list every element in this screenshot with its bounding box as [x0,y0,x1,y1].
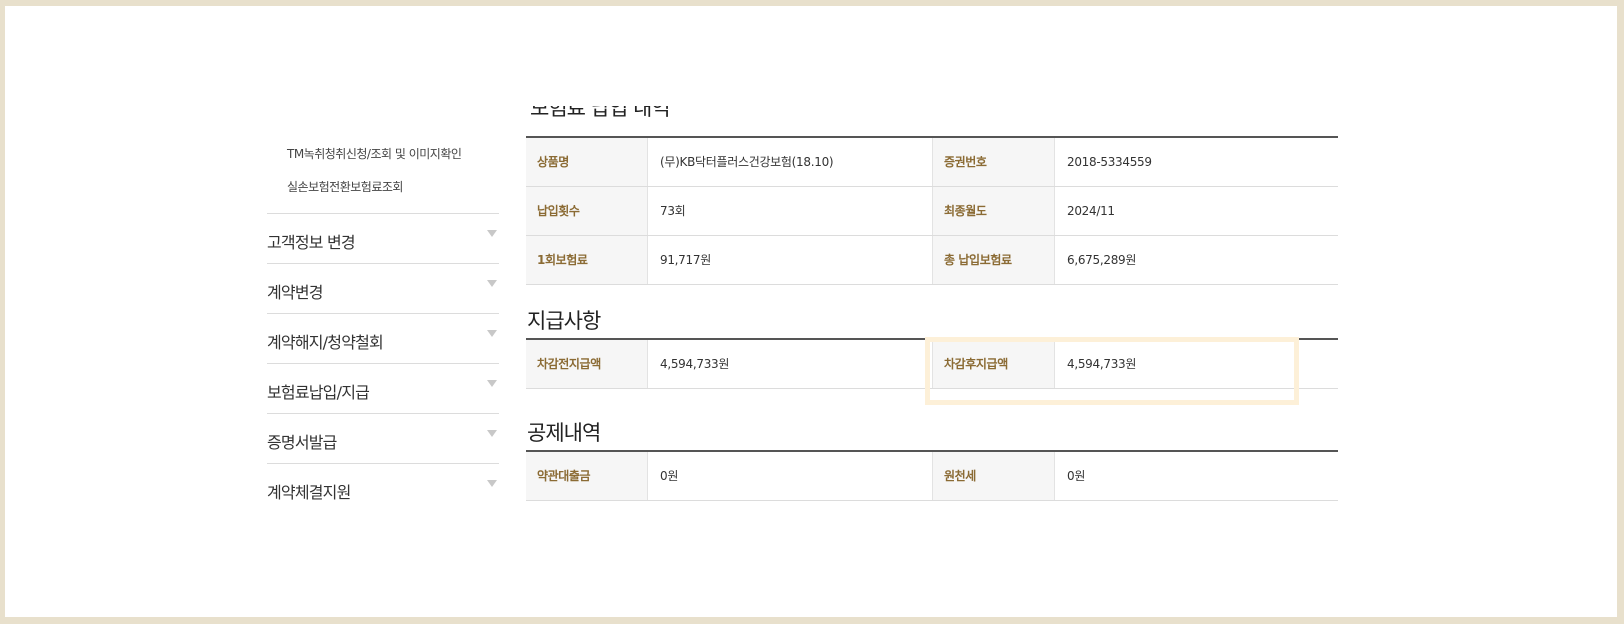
value-payment-count: 73회 [648,187,933,235]
sidebar-item-contract-support[interactable]: 계약체결지원 [267,463,499,513]
header-policy-number: 증권번호 [933,138,1055,186]
contract-info-table: 상품명 (무)KB닥터플러스건강보험(18.10) 증권번호 2018-5334… [526,136,1338,285]
sidebar-sublink-indemnity-conversion[interactable]: 실손보험전환보험료조회 [287,178,403,195]
sidebar-item-label: 계약체결지원 [267,483,351,502]
value-product-name: (무)KB닥터플러스건강보험(18.10) [648,138,933,186]
value-single-premium: 91,717원 [648,236,933,284]
value-policy-number: 2018-5334559 [1067,155,1152,169]
value-last-month: 2024/11 [1067,204,1115,218]
sidebar-item-label: 증명서발급 [267,433,337,452]
section-title-deduction: 공제내역 [527,421,601,445]
sidebar-item-cancellation[interactable]: 계약해지/청약철회 [267,313,499,363]
sidebar-item-contract-change[interactable]: 계약변경 [267,263,499,313]
chevron-down-icon [487,430,497,437]
chevron-down-icon [487,230,497,237]
header-amount-before-deduction: 차감전지급액 [526,340,648,388]
sidebar-item-premium-payment[interactable]: 보험료납입/지급 [267,363,499,413]
table-row: 납입횟수 73회 최종월도 2024/11 [526,187,1338,236]
header-withholding-tax: 원천세 [933,452,1055,500]
payment-table: 차감전지급액 4,594,733원 차감후지급액 4,594,733원 [526,338,1338,389]
section-title-contract: 보험료 납입 내역 [530,106,671,120]
sidebar-item-label: 계약해지/청약철회 [267,333,384,352]
header-single-premium: 1회보험료 [526,236,648,284]
header-policy-loan: 약관대출금 [526,452,648,500]
deduction-table: 약관대출금 0원 원천세 0원 [526,450,1338,501]
sidebar-item-label: 고객정보 변경 [267,233,356,252]
main-content: 보험료 납입 내역 상품명 (무)KB닥터플러스건강보험(18.10) 증권번호… [526,106,1338,506]
section-title-payment: 지급사항 [527,309,601,333]
header-total-premium: 총 납입보험료 [933,236,1055,284]
sidebar-item-label: 계약변경 [267,283,323,302]
sidebar-item-customer-info[interactable]: 고객정보 변경 [267,213,499,263]
page: TM녹취청취신청/조회 및 이미지확인 실손보험전환보험료조회 고객정보 변경 … [5,6,1617,617]
header-product-name: 상품명 [526,138,648,186]
value-withholding-tax: 0원 [1067,469,1086,483]
sidebar-sublink-tm-recording[interactable]: TM녹취청취신청/조회 및 이미지확인 [287,145,462,162]
chevron-down-icon [487,480,497,487]
value-amount-before-deduction: 4,594,733원 [648,340,933,388]
header-amount-after-deduction: 차감후지급액 [933,340,1055,388]
table-row: 상품명 (무)KB닥터플러스건강보험(18.10) 증권번호 2018-5334… [526,138,1338,187]
chevron-down-icon [487,380,497,387]
sidebar-item-certificate[interactable]: 증명서발급 [267,413,499,463]
value-total-premium: 6,675,289원 [1067,253,1137,267]
sidebar-item-label: 보험료납입/지급 [267,383,370,402]
table-row: 차감전지급액 4,594,733원 차감후지급액 4,594,733원 [526,340,1338,389]
header-last-month: 최종월도 [933,187,1055,235]
chevron-down-icon [487,330,497,337]
chevron-down-icon [487,280,497,287]
value-policy-loan: 0원 [648,452,933,500]
header-payment-count: 납입횟수 [526,187,648,235]
table-row: 약관대출금 0원 원천세 0원 [526,452,1338,501]
table-row: 1회보험료 91,717원 총 납입보험료 6,675,289원 [526,236,1338,285]
value-amount-after-deduction: 4,594,733원 [1067,357,1137,371]
